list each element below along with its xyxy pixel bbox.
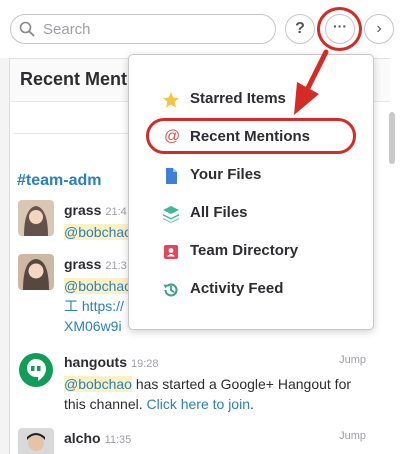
- highlight-ellipse: [146, 118, 356, 154]
- history-icon: [163, 283, 178, 297]
- menu-item-label: Activity Feed: [190, 280, 284, 297]
- join-link[interactable]: Click here to join: [147, 396, 251, 412]
- star-icon: [163, 92, 179, 108]
- sidebar-edge: [0, 58, 10, 454]
- highlight-circle: [317, 7, 362, 51]
- message-time[interactable]: 21:4: [105, 206, 126, 218]
- message-text-tail: .: [250, 396, 254, 412]
- file-icon: [166, 168, 177, 184]
- avatar[interactable]: [18, 200, 54, 236]
- more-menu: Starred Items @ Recent Mentions Your Fil…: [128, 54, 374, 330]
- search-input[interactable]: Search: [10, 14, 276, 44]
- message-time[interactable]: 11:35: [105, 434, 132, 446]
- menu-item-label: Team Directory: [190, 242, 299, 259]
- message-time[interactable]: 19:28: [131, 358, 159, 370]
- avatar[interactable]: [18, 428, 54, 454]
- stack-icon: [163, 206, 179, 223]
- mention[interactable]: @bobchao: [64, 278, 132, 294]
- channel-name[interactable]: #team-adm: [17, 172, 101, 190]
- mention[interactable]: @bobchao: [64, 376, 132, 392]
- menu-item-your-files[interactable]: Your Files: [129, 158, 373, 194]
- menu-item-label: Starred Items: [190, 90, 286, 107]
- avatar[interactable]: [18, 254, 54, 290]
- message-author[interactable]: grass: [64, 202, 101, 218]
- menu-item-team-directory[interactable]: Team Directory: [129, 234, 373, 270]
- jump-link[interactable]: Jump: [339, 354, 366, 366]
- menu-item-starred[interactable]: Starred Items: [129, 82, 373, 118]
- scrollbar[interactable]: [389, 112, 395, 164]
- help-button[interactable]: ?: [285, 14, 315, 44]
- message-author[interactable]: grass: [64, 256, 101, 272]
- menu-item-activity-feed[interactable]: Activity Feed: [129, 272, 373, 308]
- search-placeholder: Search: [43, 21, 91, 38]
- directory-icon: [164, 245, 178, 259]
- top-bar: Search ? ··· ›: [0, 0, 400, 58]
- menu-item-label: All Files: [190, 204, 248, 221]
- message-time[interactable]: 21:3: [105, 260, 126, 272]
- search-icon: [19, 21, 35, 37]
- message-author[interactable]: hangouts: [64, 354, 127, 370]
- chevron-right-icon[interactable]: ›: [364, 14, 394, 44]
- hangouts-icon[interactable]: [18, 352, 54, 388]
- message-author[interactable]: alcho: [64, 430, 101, 446]
- jump-link[interactable]: Jump: [339, 430, 366, 442]
- menu-item-label: Your Files: [190, 166, 262, 183]
- menu-item-all-files[interactable]: All Files: [129, 196, 373, 232]
- mention[interactable]: @bobchao: [64, 224, 132, 240]
